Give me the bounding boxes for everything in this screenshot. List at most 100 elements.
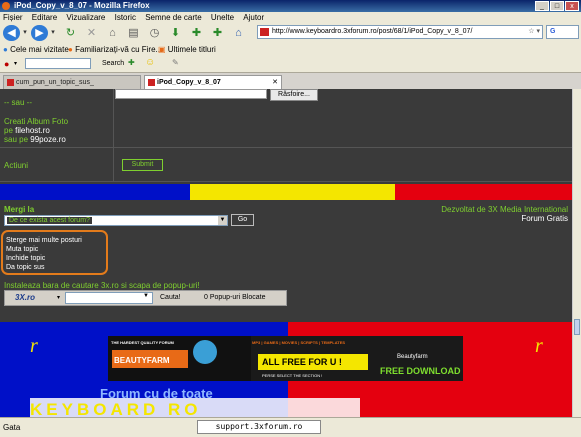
bookmark-icon: ●: [3, 45, 8, 54]
maximize-button[interactable]: □: [550, 1, 564, 11]
file-path-input[interactable]: [115, 89, 267, 99]
back-button[interactable]: ◀: [3, 25, 20, 41]
toolbar-search-go-icon[interactable]: ✚: [128, 58, 135, 67]
menu-item-move-topic[interactable]: Muta topic: [6, 246, 38, 253]
tab-ipod-copy[interactable]: iPod_Copy_v_8_07 ✕: [144, 75, 282, 89]
home-button[interactable]: ⌂: [104, 25, 121, 41]
bookmark-latest-headlines[interactable]: ▣ Ultimele titluri: [158, 43, 216, 56]
banner-letter-right: r: [535, 335, 543, 357]
search-3x-dropdown-icon[interactable]: ▼: [143, 293, 149, 299]
tab-favicon-icon: [7, 79, 14, 86]
status-text: Gata: [3, 423, 21, 432]
ad-right-brand[interactable]: Beautyfarm: [397, 354, 428, 360]
menu-edit[interactable]: Editare: [32, 13, 57, 22]
popup-blocked-counter[interactable]: 0 Popup-uri Blocate: [204, 294, 265, 301]
developer-text[interactable]: Dezvoltat de 3X Media International: [441, 205, 568, 214]
addon-logo-icon[interactable]: ●: [4, 59, 9, 69]
close-tab-icon[interactable]: ✕: [272, 76, 278, 89]
search-3x-input[interactable]: [65, 292, 153, 304]
history-icon[interactable]: ◷: [146, 25, 163, 41]
toolbar-search-label[interactable]: Search: [102, 60, 124, 67]
ad-figure-icon: [193, 340, 217, 364]
flag-red-band: [395, 184, 572, 200]
menu-bar: Fișier Editare Vizualizare Istoric Semne…: [0, 12, 581, 23]
poze-line: sau pe 99poze.ro: [4, 135, 66, 144]
paint-icon[interactable]: ✎: [172, 58, 179, 67]
install-toolbar-text[interactable]: Instaleaza bara de cautare 3x.ro si scap…: [4, 281, 200, 290]
free-forum-text[interactable]: Forum Gratis: [521, 214, 568, 223]
forward-button[interactable]: ▶: [31, 25, 48, 41]
home-icon[interactable]: ⌂: [230, 25, 247, 41]
actions-label: Actiuni: [4, 161, 29, 170]
filehost-line: pe filehost.ro: [4, 126, 50, 135]
search-3x-logo[interactable]: 3X.ro: [15, 293, 35, 302]
bookmark-get-started[interactable]: ● Familiarizați-vă cu Fire...: [68, 43, 162, 56]
history-forward-dropdown-icon[interactable]: ▾: [49, 25, 57, 41]
scrollbar-thumb[interactable]: [574, 319, 580, 335]
smiley-icon[interactable]: ☺: [145, 57, 155, 68]
menu-view[interactable]: Vizualizare: [66, 13, 105, 22]
bookmark-most-visited[interactable]: ● Cele mai vizitate: [3, 43, 69, 56]
addon-dropdown-icon[interactable]: ▾: [14, 60, 17, 67]
search-button[interactable]: Cauta!: [160, 294, 181, 301]
go-button[interactable]: Go: [231, 214, 254, 226]
search-engine-label: G: [550, 28, 556, 35]
search-3x-bar: 3X.ro ▾ ▼ Cauta! 0 Popup-uri Blocate: [4, 290, 287, 306]
ad-left-top-text[interactable]: THE HARDEST QUALITY FORUM: [111, 340, 174, 345]
download-icon[interactable]: ⬇: [167, 25, 184, 41]
menu-history[interactable]: Istoric: [115, 13, 136, 22]
flag-yellow-band: [190, 184, 395, 200]
submit-button[interactable]: Submit: [122, 159, 163, 171]
bookmark-icon: ●: [68, 45, 73, 54]
menu-tools[interactable]: Unelte: [211, 13, 234, 22]
ad-right-top-text[interactable]: MP3 | GAMES | MOVIES | SCRIPTS | TEMPLAT…: [252, 340, 345, 345]
bookmarks-toolbar: ● Cele mai vizitate ● Familiarizați-vă c…: [0, 43, 581, 56]
tab-bar: cum_pun_un_topic_sus_ iPod_Copy_v_8_07 ✕: [0, 73, 581, 90]
firefox-icon: [2, 2, 10, 10]
browse-button[interactable]: Răsfoire...: [270, 89, 318, 101]
ad-right-main[interactable]: ALL FREE FOR U !: [262, 357, 342, 367]
history-dropdown-icon[interactable]: ▾: [21, 25, 29, 41]
close-window-button[interactable]: x: [565, 1, 579, 11]
filehost-link[interactable]: filehost.ro: [15, 126, 50, 135]
print-icon[interactable]: ▤: [125, 25, 142, 41]
tab-cum-pun-topic[interactable]: cum_pun_un_topic_sus_: [3, 75, 141, 89]
menu-item-sticky-topic[interactable]: Da topic sus: [6, 264, 45, 271]
address-bar[interactable]: http://www.keyboardro.3xforum.ro/post/68…: [257, 25, 543, 39]
forum-jump-select[interactable]: De ce exista acest forum? ▼: [4, 215, 228, 226]
rss-icon: ▣: [158, 45, 166, 54]
tab-favicon-icon: [148, 79, 155, 86]
menu-help[interactable]: Ajutor: [243, 13, 264, 22]
sau-pe-label: sau pe: [4, 135, 29, 144]
ad-right-download[interactable]: FREE DOWNLOAD: [380, 366, 461, 376]
minimize-button[interactable]: _: [535, 1, 549, 11]
add-bookmark-icon[interactable]: ✚: [188, 25, 205, 41]
select-arrow-icon[interactable]: ▼: [218, 216, 227, 225]
poze-link[interactable]: 99poze.ro: [30, 135, 66, 144]
flag-blue-band: [0, 184, 190, 200]
search-box[interactable]: G: [546, 25, 579, 39]
go-to-label: Mergi la: [4, 205, 35, 214]
stop-button[interactable]: ✕: [83, 25, 100, 41]
window-controls: _ □ x: [535, 1, 579, 11]
menu-item-close-topic[interactable]: Inchide topic: [6, 255, 45, 262]
window-title: iPod_Copy_v_8_07 - Mozilla Firefox: [14, 1, 150, 10]
menu-item-delete-posts[interactable]: Sterge mai multe posturi: [6, 237, 82, 244]
banner-slogan: Forum cu de toate: [100, 386, 213, 401]
title-bar: iPod_Copy_v_8_07 - Mozilla Firefox _ □ x: [0, 0, 581, 12]
menu-file[interactable]: Fișier: [3, 13, 23, 22]
logo-dropdown-icon[interactable]: ▾: [57, 294, 60, 301]
ad-right-sub[interactable]: PERSE SELECT THE SECTION !: [262, 373, 322, 378]
ad-left-brand[interactable]: BEAUTYFARM: [114, 356, 170, 365]
address-star-icon[interactable]: ☆ ▾: [528, 26, 540, 38]
table-divider: [113, 89, 114, 181]
reload-button[interactable]: ↻: [62, 25, 79, 41]
addon-search-input[interactable]: [25, 58, 91, 69]
row-divider: [0, 147, 572, 148]
row-divider: [0, 181, 572, 182]
vertical-scrollbar[interactable]: [572, 89, 581, 417]
topic-actions-menu: Sterge mai multe posturi Muta topic Inch…: [1, 230, 108, 275]
new-tab-icon[interactable]: ✚: [209, 25, 226, 41]
album-label: Creati Album Foto: [4, 117, 69, 126]
menu-bookmarks[interactable]: Semne de carte: [145, 13, 201, 22]
